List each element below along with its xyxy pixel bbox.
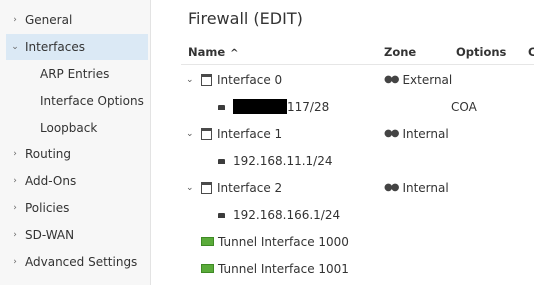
column-header-partial[interactable]: C: [528, 45, 534, 59]
tunnel-icon: [201, 264, 214, 273]
table-row[interactable]: ⌄ Interface 1 ●● Internal: [151, 120, 534, 147]
interface-icon: [201, 127, 212, 140]
header-divider: [181, 64, 534, 65]
row-name: 192.168.166.1/24: [233, 207, 341, 222]
row-name: Interface 2: [217, 180, 283, 195]
sidebar-item-label: Add-Ons: [25, 174, 77, 188]
sidebar: › General ⌄ Interfaces ARP Entries Inter…: [0, 0, 151, 285]
row-options: COA: [451, 99, 477, 114]
sidebar-item-interfaces[interactable]: ⌄ Interfaces: [6, 34, 148, 60]
chevron-down-icon[interactable]: ⌄: [186, 66, 194, 93]
sidebar-item-label: Routing: [25, 147, 72, 161]
sidebar-item-label: SD-WAN: [25, 228, 75, 242]
address-icon: [218, 159, 225, 164]
sidebar-subitem-interface-options[interactable]: Interface Options: [40, 88, 144, 114]
chevron-right-icon: ›: [13, 15, 17, 25]
chevron-down-icon[interactable]: ⌄: [186, 174, 194, 201]
table-row[interactable]: 117/28 COA: [151, 93, 534, 120]
address-icon: [218, 105, 225, 110]
column-header-zone[interactable]: Zone: [384, 45, 416, 59]
row-name: Interface 1: [217, 126, 283, 141]
row-name: Interface 0: [217, 72, 283, 87]
app-window: › General ⌄ Interfaces ARP Entries Inter…: [0, 0, 534, 285]
chevron-right-icon: ›: [13, 149, 17, 159]
sidebar-item-label: Advanced Settings: [25, 255, 138, 269]
people-icon: ●●: [384, 74, 400, 85]
chevron-down-icon: ⌄: [11, 42, 19, 52]
people-icon: ●●: [384, 182, 400, 193]
table-row[interactable]: ⌄ Interface 0 ●● External: [151, 66, 534, 93]
address-icon: [218, 213, 225, 218]
table-row[interactable]: 192.168.11.1/24: [151, 147, 534, 174]
table-row[interactable]: Tunnel Interface 1000: [151, 228, 534, 255]
row-name: 117/28: [287, 99, 330, 114]
sort-ascending-icon[interactable]: ^: [230, 48, 238, 59]
column-header-name[interactable]: Name ^: [188, 45, 239, 59]
chevron-right-icon: ›: [13, 203, 17, 213]
chevron-right-icon: ›: [13, 230, 17, 240]
chevron-down-icon[interactable]: ⌄: [186, 120, 194, 147]
sidebar-item-routing[interactable]: › Routing: [6, 141, 148, 167]
row-name: Tunnel Interface 1001: [218, 261, 349, 276]
redacted-block: [233, 99, 287, 114]
tunnel-icon: [201, 237, 214, 246]
sidebar-item-label: General: [25, 13, 73, 27]
row-name: Tunnel Interface 1000: [218, 234, 349, 249]
sidebar-subitem-loopback[interactable]: Loopback: [40, 115, 97, 141]
sidebar-subitem-arp-entries[interactable]: ARP Entries: [40, 61, 109, 87]
sidebar-item-policies[interactable]: › Policies: [6, 195, 148, 221]
people-icon: ●●: [384, 128, 400, 139]
row-zone: Internal: [402, 180, 449, 195]
chevron-right-icon: ›: [13, 176, 17, 186]
chevron-right-icon: ›: [13, 257, 17, 267]
table-row[interactable]: Tunnel Interface 1001: [151, 255, 534, 282]
row-zone: Internal: [402, 126, 449, 141]
sidebar-item-general[interactable]: › General: [6, 7, 148, 33]
table-row[interactable]: 192.168.166.1/24: [151, 201, 534, 228]
column-header-label: Name: [188, 45, 226, 59]
sidebar-item-advanced-settings[interactable]: › Advanced Settings: [6, 249, 148, 275]
page-title: Firewall (EDIT): [188, 9, 303, 28]
sidebar-item-label: Interfaces: [25, 40, 85, 54]
main-panel: Firewall (EDIT) Name ^ Zone Options C ⌄ I…: [151, 0, 534, 285]
row-zone: External: [402, 72, 453, 87]
interface-icon: [201, 181, 212, 194]
sidebar-item-label: Policies: [25, 201, 70, 215]
sidebar-item-add-ons[interactable]: › Add-Ons: [6, 168, 148, 194]
table-row[interactable]: ⌄ Interface 2 ●● Internal: [151, 174, 534, 201]
sidebar-item-sd-wan[interactable]: › SD-WAN: [6, 222, 148, 248]
interface-icon: [201, 73, 212, 86]
column-header-options[interactable]: Options: [456, 45, 506, 59]
row-name: 192.168.11.1/24: [233, 153, 333, 168]
